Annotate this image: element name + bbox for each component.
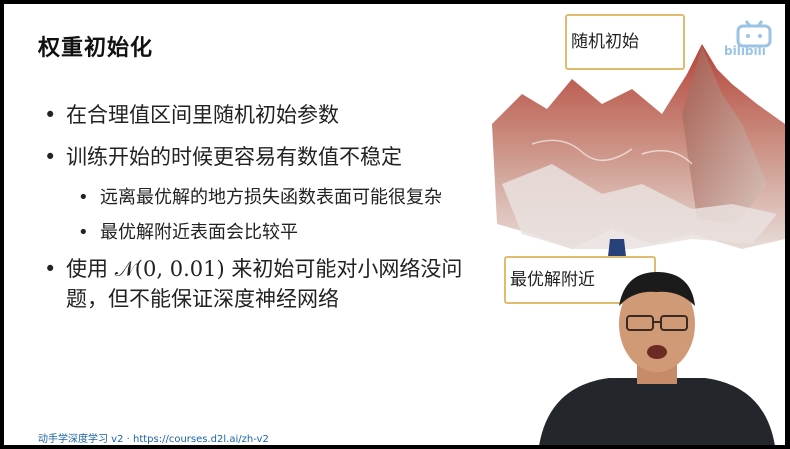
slide: 权重初始化 在合理值区间里随机初始参数 训练开始的时候更容易有数值不稳定 远离最… bbox=[4, 4, 785, 445]
bullet-3: 使用 𝒩(0, 0.01) 来初始可能对小网络没问题，但不能保证深度神经网络 bbox=[44, 254, 484, 314]
normal-distribution-formula: 𝒩(0, 0.01) bbox=[114, 257, 225, 281]
sub-bullet-2: 最优解附近表面会比较平 bbox=[78, 219, 484, 246]
bullet-1: 在合理值区间里随机初始参数 bbox=[44, 100, 484, 130]
bilibili-logo-text: bilibili bbox=[724, 44, 766, 58]
slide-title: 权重初始化 bbox=[38, 36, 154, 61]
bullet-list: 在合理值区间里随机初始参数 训练开始的时候更容易有数值不稳定 远离最优解的地方损… bbox=[44, 100, 484, 326]
callout-random-init: 随机初始 bbox=[565, 14, 685, 70]
footer: 动手学深度学习 v2 · https://courses.d2l.ai/zh-v… bbox=[38, 430, 269, 445]
bullet-3-prefix: 使用 bbox=[66, 257, 108, 281]
presenter-video bbox=[539, 272, 775, 445]
footer-text: 动手学深度学习 v2 · bbox=[38, 434, 133, 445]
sub-bullet-1: 远离最优解的地方损失函数表面可能很复杂 bbox=[78, 184, 484, 211]
bullet-2: 训练开始的时候更容易有数值不稳定 bbox=[44, 142, 484, 172]
course-link[interactable]: https://courses.d2l.ai/zh-v2 bbox=[133, 434, 269, 445]
